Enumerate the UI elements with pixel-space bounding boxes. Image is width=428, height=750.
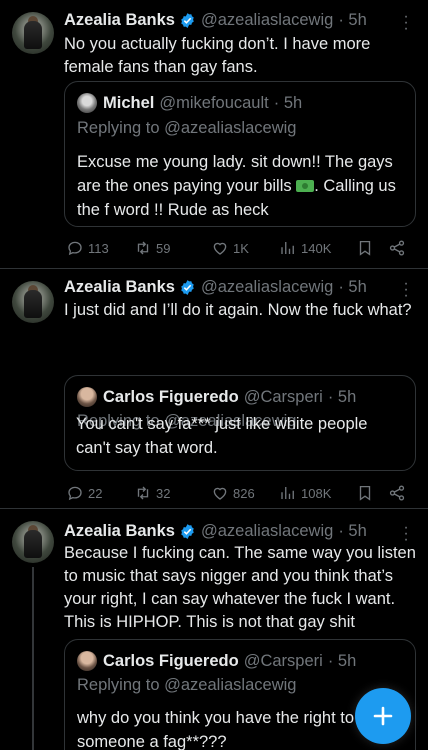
tweet-text: Because I fucking can. The same way you … bbox=[64, 544, 416, 631]
author-name[interactable]: Azealia Banks bbox=[64, 522, 175, 541]
like-button[interactable]: 1K bbox=[211, 238, 249, 258]
reply-icon bbox=[68, 241, 82, 256]
reply-count: 22 bbox=[88, 485, 103, 501]
tweet-header: Azealia Banks @azealiaslacewig · 5h bbox=[64, 520, 388, 542]
author-handle[interactable]: @azealiaslacewig bbox=[201, 11, 333, 30]
views-icon bbox=[281, 242, 294, 254]
tweet-text: No you actually fucking don’t. I have mo… bbox=[64, 35, 371, 76]
quote-avatar bbox=[77, 93, 97, 113]
verified-badge-icon bbox=[181, 279, 194, 295]
share-button[interactable] bbox=[388, 238, 406, 258]
author-name[interactable]: Azealia Banks bbox=[64, 278, 175, 297]
like-count: 826 bbox=[233, 485, 255, 501]
avatar[interactable] bbox=[12, 281, 54, 323]
quoted-tweet[interactable]: Michel @mikefoucault · 5h Replying to @a… bbox=[64, 81, 416, 227]
tweet-actions: 22 32 826 108K bbox=[64, 483, 416, 503]
share-button[interactable] bbox=[388, 483, 406, 503]
author-name[interactable]: Azealia Banks bbox=[64, 11, 175, 30]
more-dots-icon[interactable]: · · · bbox=[398, 9, 414, 37]
quote-avatar bbox=[77, 651, 97, 671]
reply-icon bbox=[68, 486, 82, 501]
quote-text: You can't say fa*** just like white peop… bbox=[76, 415, 368, 457]
views-button[interactable]: 140K bbox=[279, 238, 331, 258]
timestamp[interactable]: · 5h bbox=[338, 522, 366, 541]
quote-timestamp: · 5h bbox=[327, 387, 357, 406]
like-icon bbox=[213, 242, 227, 255]
repost-count: 32 bbox=[156, 485, 171, 501]
quote-author-handle: @mikefoucault bbox=[159, 93, 269, 112]
bookmark-button[interactable] bbox=[356, 238, 374, 258]
timestamp[interactable]: · 5h bbox=[338, 11, 366, 30]
author-handle[interactable]: @azealiaslacewig bbox=[201, 278, 333, 297]
share-icon bbox=[389, 485, 405, 501]
quote-timestamp: · 5h bbox=[273, 93, 303, 112]
views-count: 108K bbox=[301, 485, 332, 501]
author-handle[interactable]: @azealiaslacewig bbox=[201, 522, 333, 541]
quote-header: Carlos Figueredo @Carsperi · 5h bbox=[77, 650, 356, 672]
reply-button[interactable]: 22 bbox=[66, 483, 102, 503]
repost-count: 59 bbox=[156, 240, 171, 256]
timestamp[interactable]: · 5h bbox=[338, 278, 366, 297]
like-count: 1K bbox=[233, 240, 249, 256]
quote-header: Carlos Figueredo @Carsperi · 5h bbox=[77, 386, 356, 408]
quote-text: Excuse me young lady. sit down!! The gay… bbox=[77, 150, 407, 222]
bookmark-icon bbox=[359, 240, 371, 256]
bookmark-button[interactable] bbox=[356, 483, 374, 503]
more-dots-icon[interactable]: · · · bbox=[398, 276, 414, 304]
reply-button[interactable]: 113 bbox=[66, 238, 109, 258]
tweet-actions: 113 59 1K 140K bbox=[64, 238, 416, 258]
repost-button[interactable]: 32 bbox=[134, 483, 170, 503]
repost-button[interactable]: 59 bbox=[134, 238, 170, 258]
bookmark-icon bbox=[359, 485, 371, 501]
quote-replying-to: Replying to @azealiaslacewig bbox=[77, 119, 297, 137]
views-button[interactable]: 108K bbox=[279, 483, 331, 503]
share-icon bbox=[389, 240, 405, 256]
quote-header: Michel @mikefoucault · 5h bbox=[77, 92, 302, 114]
verified-badge-icon bbox=[181, 12, 194, 28]
repost-icon bbox=[137, 241, 149, 255]
tweet-text: I just did and I’ll do it again. Now the… bbox=[64, 301, 412, 319]
avatar[interactable] bbox=[12, 521, 54, 563]
views-icon bbox=[281, 487, 294, 499]
compose-button[interactable] bbox=[355, 688, 411, 744]
tweet-header: Azealia Banks @azealiaslacewig · 5h bbox=[64, 276, 388, 298]
reply-count: 113 bbox=[88, 240, 109, 256]
avatar[interactable] bbox=[12, 12, 54, 54]
views-count: 140K bbox=[301, 240, 332, 256]
compose-plus-icon bbox=[373, 706, 393, 726]
quote-author-name: Carlos Figueredo bbox=[103, 387, 239, 406]
verified-badge-icon bbox=[181, 523, 194, 539]
like-icon bbox=[213, 487, 227, 500]
like-button[interactable]: 826 bbox=[211, 483, 255, 503]
quote-author-name: Michel bbox=[103, 93, 155, 112]
tweet-header: Azealia Banks @azealiaslacewig · 5h bbox=[64, 9, 388, 31]
quote-timestamp: · 5h bbox=[327, 651, 357, 670]
quote-avatar bbox=[77, 387, 97, 407]
tweet-2[interactable]: Azealia Banks @azealiaslacewig · 5h · · · … bbox=[0, 269, 428, 507]
tweet-1[interactable]: Azealia Banks @azealiaslacewig · 5h · · · … bbox=[0, 0, 428, 268]
thread-line bbox=[32, 567, 34, 750]
money-emoji-icon bbox=[296, 180, 315, 192]
quote-author-handle: @Carsperi bbox=[243, 651, 323, 670]
quote-author-name: Carlos Figueredo bbox=[103, 651, 239, 670]
quote-author-handle: @Carsperi bbox=[243, 387, 323, 406]
repost-icon bbox=[137, 486, 149, 500]
quote-replying-to: Replying to @azealiaslacewig bbox=[77, 676, 297, 694]
